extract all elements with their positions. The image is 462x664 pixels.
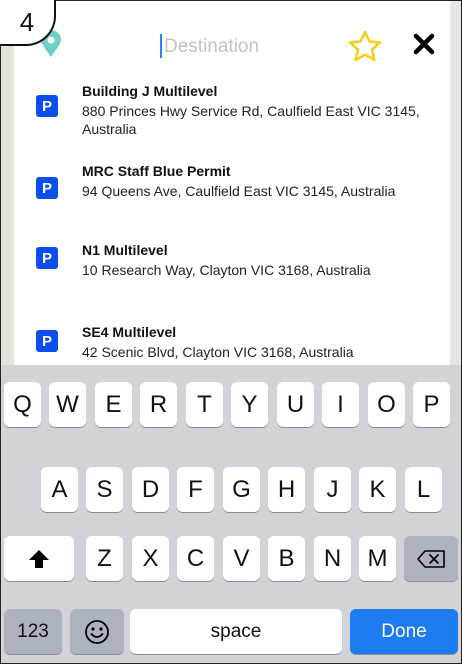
key-e[interactable]: E	[95, 382, 132, 427]
space-key[interactable]: space	[130, 609, 342, 654]
key-b[interactable]: B	[268, 536, 305, 581]
done-key[interactable]: Done	[350, 609, 458, 654]
shift-key[interactable]	[4, 536, 74, 581]
key-z[interactable]: Z	[86, 536, 123, 581]
key-f[interactable]: F	[177, 467, 214, 512]
key-y[interactable]: Y	[231, 382, 268, 427]
on-screen-keyboard: Q W E R T Y U I O P A S D F G H J K L Z …	[0, 365, 462, 664]
result-address: 10 Research Way, Clayton VIC 3168, Austr…	[82, 262, 371, 278]
key-s[interactable]: S	[86, 467, 123, 512]
key-v[interactable]: V	[223, 536, 260, 581]
backspace-key[interactable]	[404, 536, 458, 581]
shift-arrow-icon	[29, 549, 49, 568]
key-u[interactable]: U	[277, 382, 314, 427]
destination-input[interactable]	[164, 34, 344, 60]
key-m[interactable]: M	[359, 536, 396, 581]
map-background-right	[450, 0, 462, 365]
key-j[interactable]: J	[314, 467, 351, 512]
parking-icon: P	[36, 330, 58, 352]
emoji-key[interactable]	[70, 609, 124, 654]
key-g[interactable]: G	[223, 467, 260, 512]
key-p[interactable]: P	[413, 382, 450, 427]
result-address: 42 Scenic Blvd, Clayton VIC 3168, Austra…	[82, 344, 354, 360]
key-x[interactable]: X	[132, 536, 169, 581]
key-r[interactable]: R	[140, 382, 177, 427]
parking-icon: P	[36, 95, 58, 117]
parking-icon: P	[36, 177, 58, 199]
key-l[interactable]: L	[405, 467, 442, 512]
close-icon[interactable]	[412, 32, 436, 56]
numbers-key[interactable]: 123	[4, 609, 62, 654]
result-item[interactable]: P MRC Staff Blue Permit 94 Queens Ave, C…	[14, 163, 450, 233]
result-title: N1 Multilevel	[82, 242, 168, 258]
key-q[interactable]: Q	[4, 382, 41, 427]
key-i[interactable]: I	[322, 382, 359, 427]
search-bar	[14, 0, 450, 86]
favorite-star-icon[interactable]	[348, 30, 382, 62]
key-k[interactable]: K	[359, 467, 396, 512]
key-c[interactable]: C	[177, 536, 214, 581]
key-t[interactable]: T	[186, 382, 223, 427]
search-panel: P Building J Multilevel 880 Princes Hwy …	[14, 0, 450, 365]
backspace-icon	[417, 549, 445, 568]
key-o[interactable]: O	[368, 382, 405, 427]
key-n[interactable]: N	[314, 536, 351, 581]
emoji-smiley-icon	[85, 619, 109, 644]
key-h[interactable]: H	[268, 467, 305, 512]
result-address: 880 Princes Hwy Service Rd, Caulfield Ea…	[82, 103, 420, 137]
key-a[interactable]: A	[41, 467, 78, 512]
result-item[interactable]: P SE4 Multilevel 42 Scenic Blvd, Clayton…	[14, 324, 450, 365]
key-w[interactable]: W	[49, 382, 86, 427]
result-address: 94 Queens Ave, Caulfield East VIC 3145, …	[82, 183, 396, 199]
result-title: SE4 Multilevel	[82, 324, 177, 340]
result-title: MRC Staff Blue Permit	[82, 163, 231, 179]
parking-icon: P	[36, 247, 58, 269]
result-title: Building J Multilevel	[82, 83, 218, 99]
text-caret	[160, 34, 162, 58]
key-d[interactable]: D	[132, 467, 169, 512]
result-item[interactable]: P Building J Multilevel 880 Princes Hwy …	[14, 83, 450, 153]
result-item[interactable]: P N1 Multilevel 10 Research Way, Clayton…	[14, 242, 450, 312]
